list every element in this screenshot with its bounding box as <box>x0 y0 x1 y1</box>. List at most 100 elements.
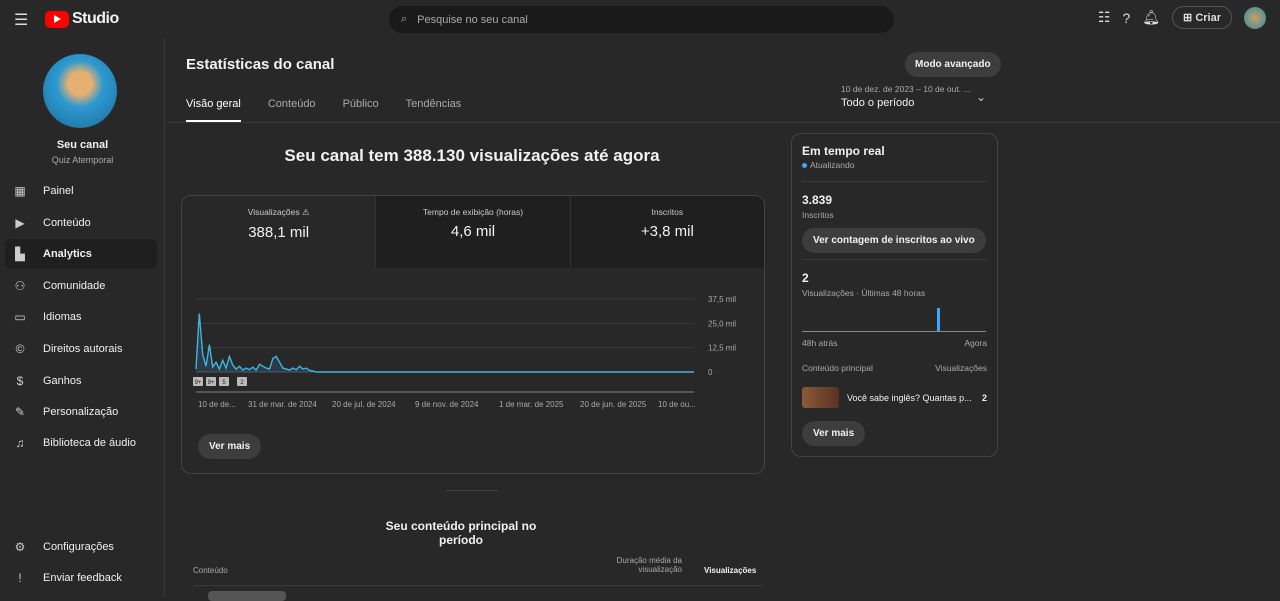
divider <box>802 181 987 182</box>
tab-overview[interactable]: Visão geral <box>186 98 241 122</box>
sidebar-label: Configurações <box>43 541 114 553</box>
sidebar-label: Painel <box>43 185 74 197</box>
axis-end: Agora <box>964 338 987 348</box>
tab-content[interactable]: Conteúdo <box>268 98 316 122</box>
menu-icon[interactable]: ☰ <box>14 10 28 30</box>
x-tick-label: 9 de nov. de 2024 <box>415 400 479 409</box>
youtube-logo-icon <box>45 10 69 28</box>
y-tick-label: 37,5 mil <box>708 295 736 304</box>
bell-icon[interactable]: 🔔︎ <box>1142 9 1160 26</box>
channel-name: Seu canal <box>56 139 109 151</box>
sidebar-item-feedback[interactable]: ! Enviar feedback <box>5 563 157 593</box>
sidebar-item-personalizacao[interactable]: ✎ Personalização <box>5 397 157 427</box>
search-icon: ⌕ <box>401 13 408 25</box>
sidebar-item-idiomas[interactable]: ▭ Idiomas <box>5 302 157 332</box>
metric-subscribers[interactable]: Inscritos +3,8 mil <box>570 196 764 268</box>
subscriber-count: 3.839 <box>802 193 833 207</box>
help-icon[interactable]: ? <box>1122 10 1130 26</box>
sidebar-item-analytics[interactable]: ▙ Analytics <box>5 239 157 269</box>
realtime-views: 2 <box>802 271 809 285</box>
sidebar-label: Idiomas <box>43 311 82 323</box>
video-thumbnail[interactable] <box>208 591 286 601</box>
realtime-views-label: Visualizações · Últimas 48 horas <box>802 288 926 298</box>
sidebar-label: Personalização <box>43 406 119 418</box>
column-duration[interactable]: Duração média da visualização <box>602 556 682 574</box>
metric-label: Inscritos <box>651 207 684 217</box>
sidebar-item-painel[interactable]: ▦ Painel <box>5 176 157 206</box>
create-label: Criar <box>1195 12 1221 24</box>
create-button[interactable]: ⊞ Criar <box>1172 6 1232 29</box>
metric-label: Tempo de exibição (horas) <box>422 207 524 217</box>
sidebar-item-direitos[interactable]: © Direitos autorais <box>5 334 157 364</box>
realtime-title: Em tempo real <box>802 144 885 158</box>
metric-views[interactable]: Visualizações ⚠ 388,1 mil <box>182 196 377 268</box>
audio-library-icon: ♫ <box>15 436 25 450</box>
sidebar-item-ganhos[interactable]: $ Ganhos <box>5 366 157 396</box>
search-placeholder: Pesquise no seu canal <box>417 13 528 26</box>
realtime-bar <box>937 308 940 331</box>
tabs: Visão geral Conteúdo Público Tendências <box>186 98 461 122</box>
video-thumbnail[interactable] <box>802 387 839 408</box>
sidebar-label: Analytics <box>43 248 92 260</box>
chevron-down-icon: ⌄ <box>976 90 987 104</box>
sidebar-item-configuracoes[interactable]: ⚙ Configurações <box>5 532 157 562</box>
sidebar-label: Direitos autorais <box>43 343 123 355</box>
annotation-badge-label: 9+ <box>208 380 215 386</box>
realtime-card: Em tempo real Atualizando 3.839 Inscrito… <box>791 133 998 457</box>
divider <box>802 259 987 260</box>
divider <box>193 585 763 586</box>
dollar-icon: $ <box>16 374 24 388</box>
period-range: 10 de dez. de 2023 – 10 de out. ... <box>841 84 971 94</box>
sidebar: Seu canal Quiz Atemporal ▦ Painel ▶ Conteú… <box>0 38 165 597</box>
realtime-baseline <box>802 331 986 332</box>
top-video-title[interactable]: Você sabe inglês? Quantas p... <box>847 393 972 403</box>
metric-value: +3,8 mil <box>640 223 694 240</box>
page-title: Estatísticas do canal <box>186 56 335 73</box>
metric-label: Visualizações <box>247 207 300 217</box>
metric-value: 4,6 mil <box>450 223 496 240</box>
x-tick-label: 20 de jun. de 2025 <box>580 400 647 409</box>
see-more-button[interactable]: Ver mais <box>198 434 262 459</box>
tab-audience[interactable]: Público <box>343 98 379 122</box>
sidebar-item-audio[interactable]: ♫ Biblioteca de áudio <box>5 428 157 458</box>
channel-handle: Quiz Atemporal <box>51 155 114 165</box>
metric-watch-time[interactable]: Tempo de exibição (horas) 4,6 mil <box>376 196 571 268</box>
y-tick-label: 0 <box>708 368 713 377</box>
period-selector[interactable]: 10 de dez. de 2023 – 10 de out. ... Todo… <box>841 84 986 109</box>
gear-icon: ⚙ <box>14 540 26 554</box>
metric-value: 388,1 mil <box>248 224 310 241</box>
realtime-see-more-button[interactable]: Ver mais <box>802 421 866 446</box>
community-icon: ⚇ <box>14 279 26 293</box>
captions-icon[interactable]: ☷ <box>1098 9 1111 26</box>
x-tick-label: 1 de mar. de 2025 <box>499 400 564 409</box>
top-bar: ☰ Studio ⌕ Pesquise no seu canal ☷ ? 🔔︎ ⊞… <box>0 0 1280 38</box>
sidebar-label: Comunidade <box>43 280 106 292</box>
search-input[interactable]: ⌕ Pesquise no seu canal <box>389 6 894 33</box>
live-count-button[interactable]: Ver contagem de inscritos ao vivo <box>802 228 986 253</box>
series-line-views <box>195 313 694 373</box>
studio-logo[interactable]: Studio <box>45 10 119 28</box>
top-content-label: Conteúdo principal <box>802 363 873 373</box>
overview-card: Visualizações ⚠ 388,1 mil Tempo de exibiç… <box>181 195 765 474</box>
copyright-icon: © <box>15 342 25 356</box>
sidebar-label: Ganhos <box>43 375 82 387</box>
magic-wand-icon: ✎ <box>14 405 26 419</box>
realtime-status: Atualizando <box>810 160 855 170</box>
advanced-mode-button[interactable]: Modo avançado <box>905 52 1001 77</box>
tab-trends[interactable]: Tendências <box>406 98 462 122</box>
divider <box>166 122 1280 123</box>
account-avatar[interactable] <box>1244 6 1266 29</box>
annotation-badge-label: 9+ <box>195 380 202 386</box>
views-column-label: Visualizações <box>935 363 987 373</box>
y-tick-label: 25,0 mil <box>708 319 736 328</box>
headline: Seu canal tem 388.130 visualizações até … <box>284 146 660 165</box>
top-content-title: Seu conteúdo principal no período <box>385 519 537 547</box>
column-views[interactable]: Visualizações <box>704 566 756 575</box>
y-tick-label: 12,5 mil <box>708 344 736 353</box>
channel-avatar[interactable] <box>43 54 117 128</box>
feedback-icon: ! <box>18 571 22 585</box>
sidebar-item-conteudo[interactable]: ▶ Conteúdo <box>5 208 157 238</box>
analytics-icon: ▙ <box>15 247 25 261</box>
sidebar-item-comunidade[interactable]: ⚇ Comunidade <box>5 271 157 301</box>
x-tick-label: 20 de jul. de 2024 <box>332 400 396 409</box>
